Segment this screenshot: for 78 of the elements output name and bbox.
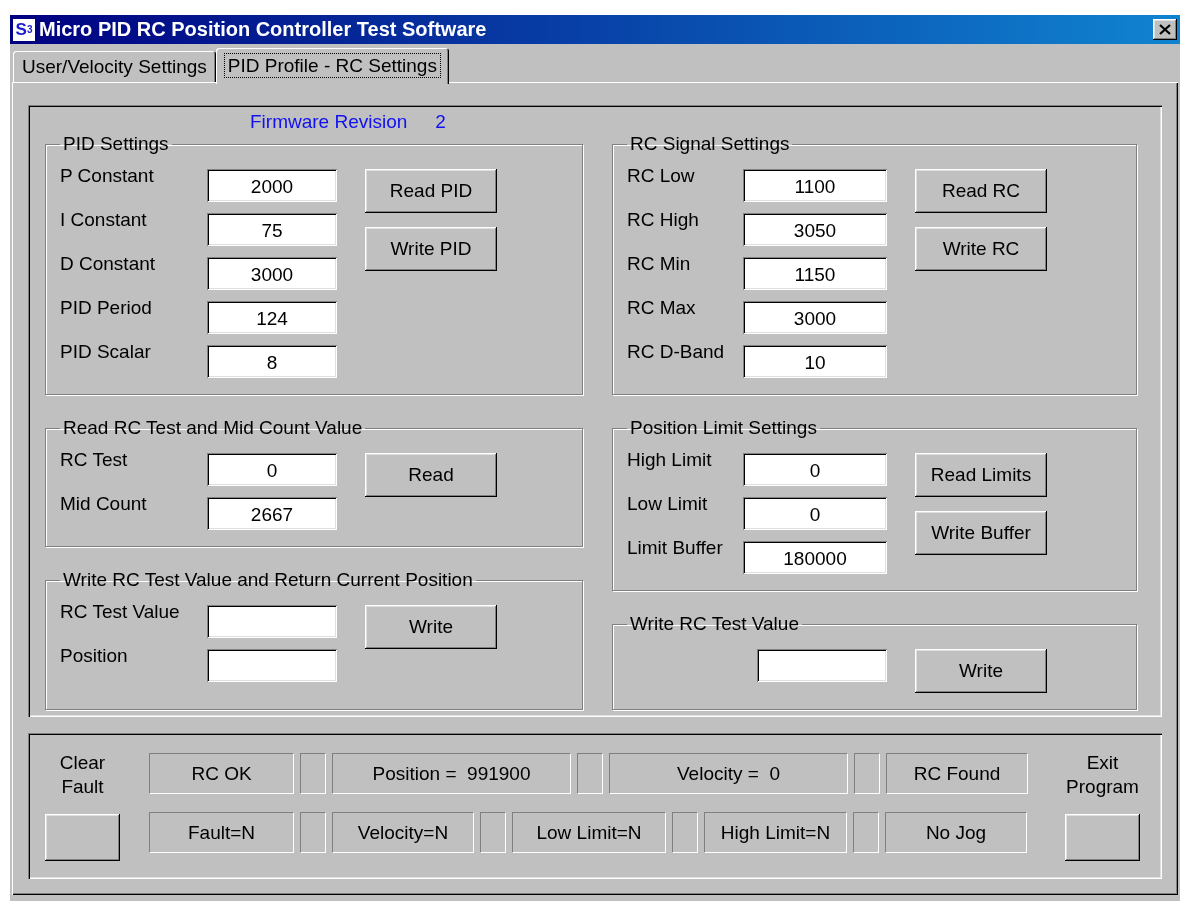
close-button[interactable] — [1153, 19, 1177, 40]
app-logo: S$^{3}$ — [13, 18, 35, 41]
status-field: Position = 991900 — [332, 753, 571, 794]
input-field[interactable]: 75 — [207, 213, 337, 246]
status-field: Low Limit=N — [512, 812, 666, 853]
field-label: RC Low — [627, 165, 696, 187]
field-label: Mid Count — [60, 493, 148, 515]
action-button[interactable]: Read Limits — [915, 453, 1047, 497]
action-button[interactable]: Write RC — [915, 227, 1047, 271]
status-field: High Limit=N — [704, 812, 847, 853]
group-title: RC Signal Settings — [629, 133, 791, 155]
field-label: D Constant — [60, 253, 157, 275]
field-label: RC Test — [60, 449, 129, 471]
firmware-value: 2 — [435, 111, 446, 133]
input-field[interactable]: 10 — [743, 345, 887, 378]
exit-program-label: Exit Program — [1065, 751, 1140, 799]
window-title: Micro PID RC Position Controller Test Software — [39, 18, 488, 41]
status-field: Velocity=N — [332, 812, 474, 853]
field-label: RC Min — [627, 253, 692, 275]
input-field[interactable]: 180000 — [743, 541, 887, 574]
tab[interactable]: User/Velocity Settings — [13, 51, 216, 82]
input-field[interactable] — [207, 605, 337, 638]
status-indicator — [672, 812, 698, 853]
exit-program-button[interactable] — [1065, 814, 1140, 861]
field-label: Low Limit — [627, 493, 709, 515]
input-field[interactable] — [757, 649, 887, 682]
field-label: RC Max — [627, 297, 697, 319]
group-title: Position Limit Settings — [629, 417, 818, 439]
field-label: PID Scalar — [60, 341, 152, 363]
tab[interactable]: PID Profile - RC Settings — [215, 48, 449, 84]
status-indicator — [300, 753, 326, 794]
field-label: Position — [60, 645, 129, 667]
status-indicator — [480, 812, 506, 853]
input-field[interactable]: 3050 — [743, 213, 887, 246]
status-field: No Jog — [885, 812, 1027, 853]
input-field[interactable]: 3000 — [207, 257, 337, 290]
field-label: RC High — [627, 209, 700, 231]
status-field: Fault=N — [149, 812, 294, 853]
input-field[interactable]: 0 — [743, 497, 887, 530]
status-indicator — [853, 812, 879, 853]
input-field[interactable]: 0 — [743, 453, 887, 486]
input-field[interactable]: 2000 — [207, 169, 337, 202]
action-button[interactable]: Read PID — [365, 169, 497, 213]
input-field[interactable] — [207, 649, 337, 682]
input-field[interactable]: 3000 — [743, 301, 887, 334]
action-button[interactable]: Write PID — [365, 227, 497, 271]
status-field: RC OK — [149, 753, 294, 794]
close-icon — [1159, 24, 1171, 35]
group-title: Read RC Test and Mid Count Value — [62, 417, 364, 439]
action-button[interactable]: Read RC — [915, 169, 1047, 213]
field-label: High Limit — [627, 449, 713, 471]
group-title: Write RC Test Value and Return Current Position — [62, 569, 474, 591]
action-button[interactable]: Write Buffer — [915, 511, 1047, 555]
clear-fault-button[interactable] — [45, 814, 120, 861]
input-field[interactable]: 1150 — [743, 257, 887, 290]
group-title: PID Settings — [62, 133, 170, 155]
status-indicator — [300, 812, 326, 853]
status-indicator — [577, 753, 603, 794]
input-field[interactable]: 2667 — [207, 497, 337, 530]
status-indicator — [854, 753, 880, 794]
field-label: Limit Buffer — [627, 537, 724, 559]
group-title: Write RC Test Value — [629, 613, 800, 635]
field-label: RC D-Band — [627, 341, 726, 363]
input-field[interactable]: 8 — [207, 345, 337, 378]
field-label: I Constant — [60, 209, 148, 231]
input-field[interactable]: 1100 — [743, 169, 887, 202]
action-button[interactable]: Write — [365, 605, 497, 649]
action-button[interactable]: Write — [915, 649, 1047, 693]
field-label: P Constant — [60, 165, 155, 187]
clear-fault-label: Clear Fault — [58, 751, 107, 799]
action-button[interactable]: Read — [365, 453, 497, 497]
input-field[interactable]: 0 — [207, 453, 337, 486]
status-field: Velocity = 0 — [609, 753, 848, 794]
firmware-label: Firmware Revision — [250, 111, 408, 133]
field-label: PID Period — [60, 297, 153, 319]
input-field[interactable]: 124 — [207, 301, 337, 334]
status-field: RC Found — [886, 753, 1028, 794]
field-label: RC Test Value — [60, 601, 181, 623]
